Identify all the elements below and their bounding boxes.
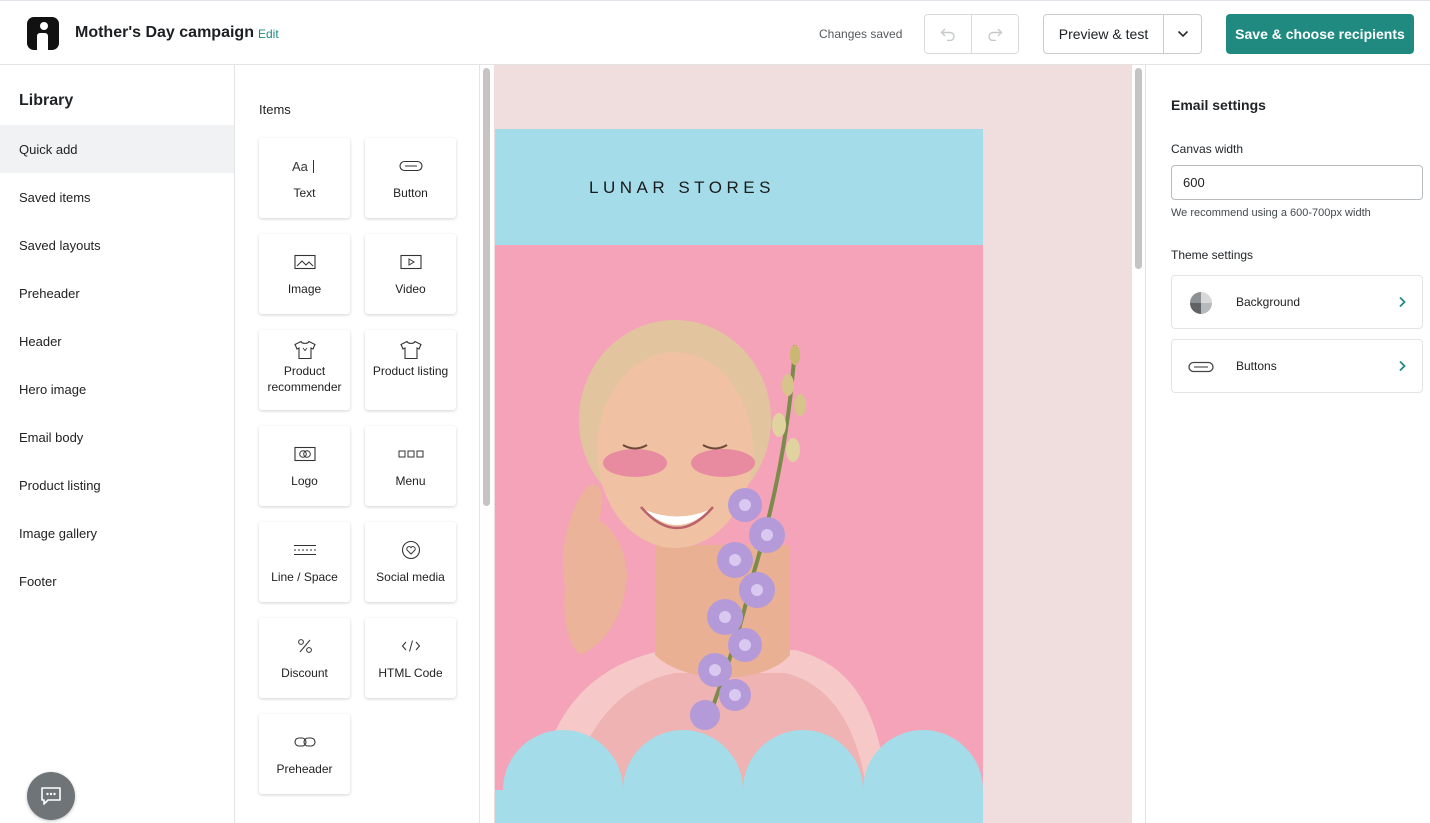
email-header-block[interactable]: LUNAR STORES: [495, 129, 983, 245]
theme-buttons-row[interactable]: Buttons: [1171, 339, 1423, 393]
item-line-space[interactable]: Line / Space: [259, 522, 350, 602]
save-choose-recipients-button[interactable]: Save & choose recipients: [1226, 14, 1414, 54]
buttons-icon: [1188, 355, 1214, 379]
library-item-preheader[interactable]: Preheader: [0, 269, 234, 317]
chevron-down-icon: [1177, 30, 1188, 38]
undo-icon: [940, 28, 955, 41]
item-image[interactable]: Image: [259, 234, 350, 314]
campaign-title: Mother's Day campaign: [75, 24, 254, 41]
library-item-saved-items[interactable]: Saved items: [0, 173, 234, 221]
background-icon: [1188, 291, 1214, 315]
items-panel: Items Aa Text Button Image Video Product…: [235, 65, 480, 823]
item-html-code[interactable]: HTML Code: [365, 618, 456, 698]
video-icon: [399, 253, 422, 271]
item-product-recommender[interactable]: Product recommender: [259, 330, 350, 410]
items-title: Items: [259, 102, 291, 117]
preview-test-button[interactable]: Preview & test: [1044, 15, 1164, 53]
logo-icon: [293, 445, 316, 463]
library-item-hero-image[interactable]: Hero image: [0, 365, 234, 413]
email-preview[interactable]: LUNAR STORES: [494, 65, 1132, 823]
code-icon: [401, 637, 421, 655]
item-label: Product listing: [372, 364, 449, 378]
settings-title: Email settings: [1171, 97, 1266, 113]
text-icon: Aa: [292, 157, 318, 175]
library-item-image-gallery[interactable]: Image gallery: [0, 509, 234, 557]
library-sidebar: Library Quick add Saved items Saved layo…: [0, 65, 235, 823]
button-icon: [398, 157, 423, 175]
item-product-listing[interactable]: Product listing: [365, 330, 456, 410]
item-social-media[interactable]: Social media: [365, 522, 456, 602]
item-label: Video: [395, 282, 426, 296]
redo-icon: [988, 28, 1003, 41]
library-list: Quick add Saved items Saved layouts Preh…: [0, 125, 234, 605]
item-label: Button: [393, 186, 428, 200]
item-menu[interactable]: Menu: [365, 426, 456, 506]
image-icon: [293, 253, 316, 271]
item-label: Line / Space: [271, 570, 338, 584]
item-label: Image: [287, 282, 322, 296]
canvas-width-label: Canvas width: [1171, 142, 1244, 156]
theme-buttons-label: Buttons: [1236, 359, 1277, 373]
library-item-quick-add[interactable]: Quick add: [0, 125, 234, 173]
edit-title-link[interactable]: Edit: [258, 27, 279, 41]
shirt-icon: [399, 340, 423, 360]
item-logo[interactable]: Logo: [259, 426, 350, 506]
top-bar: Mother's Day campaign Edit Changes saved…: [0, 0, 1430, 65]
logo-stem: [37, 33, 48, 50]
preview-group: Preview & test: [1043, 14, 1202, 54]
item-label: Social media: [376, 570, 445, 584]
menu-icon: [398, 445, 424, 463]
preview-options-button[interactable]: [1164, 15, 1201, 53]
item-label: Logo: [291, 474, 318, 488]
link-icon: [293, 733, 316, 751]
social-heart-icon: [401, 540, 421, 560]
hero-image[interactable]: [495, 245, 983, 823]
item-label: HTML Code: [378, 666, 443, 680]
chat-button[interactable]: [27, 772, 75, 820]
item-video[interactable]: Video: [365, 234, 456, 314]
brand-name: LUNAR STORES: [589, 178, 775, 197]
theme-settings-label: Theme settings: [1171, 248, 1254, 262]
library-title: Library: [19, 92, 74, 109]
line-space-icon: [293, 541, 317, 559]
svg-text:Aa: Aa: [292, 159, 309, 174]
theme-background-label: Background: [1236, 295, 1301, 309]
logo-dot: [40, 22, 48, 30]
canvas-width-input[interactable]: [1171, 165, 1423, 200]
library-item-header[interactable]: Header: [0, 317, 234, 365]
item-button[interactable]: Button: [365, 138, 456, 218]
item-label: Text: [293, 186, 316, 200]
item-label: Discount: [281, 666, 328, 680]
item-text[interactable]: Aa Text: [259, 138, 350, 218]
item-discount[interactable]: Discount: [259, 618, 350, 698]
item-preheader[interactable]: Preheader: [259, 714, 350, 794]
redo-button[interactable]: [971, 15, 1018, 53]
canvas-scrollbar[interactable]: [1135, 68, 1142, 269]
items-scrollbar[interactable]: [483, 68, 490, 506]
item-label: Preheader: [276, 762, 333, 776]
canvas-width-hint: We recommend using a 600-700px width: [1171, 207, 1371, 219]
undo-redo-group: [924, 14, 1019, 54]
app-logo[interactable]: [27, 17, 59, 50]
chat-icon: [41, 787, 61, 805]
library-item-product-listing[interactable]: Product listing: [0, 461, 234, 509]
shirt-icon: [293, 340, 317, 360]
library-item-footer[interactable]: Footer: [0, 557, 234, 605]
percent-icon: [297, 637, 313, 655]
item-label: Product recommender: [267, 364, 342, 394]
chevron-right-icon: [1398, 359, 1406, 377]
email-settings-panel: Email settings Canvas width We recommend…: [1145, 65, 1430, 823]
chevron-right-icon: [1398, 295, 1406, 313]
library-item-saved-layouts[interactable]: Saved layouts: [0, 221, 234, 269]
save-status: Changes saved: [819, 27, 903, 41]
library-item-email-body[interactable]: Email body: [0, 413, 234, 461]
item-label: Menu: [395, 474, 426, 488]
theme-background-row[interactable]: Background: [1171, 275, 1423, 329]
hero-illustration: [495, 245, 983, 823]
undo-button[interactable]: [925, 15, 971, 53]
